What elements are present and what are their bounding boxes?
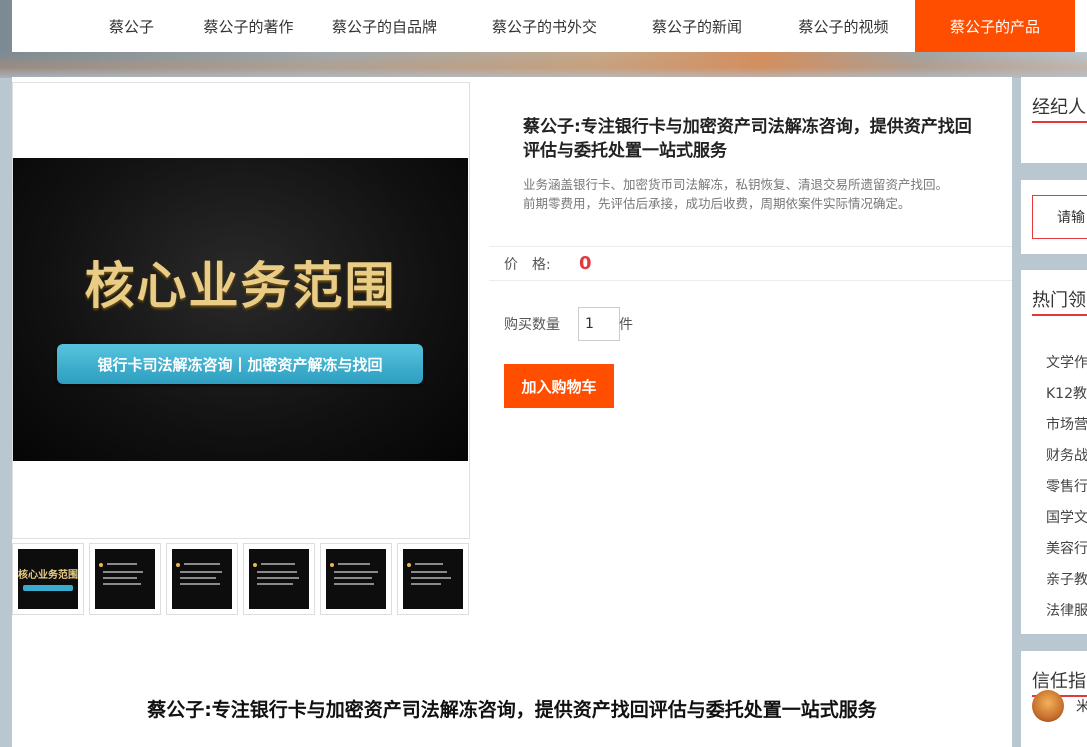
quantity-label: 购买数量 — [504, 317, 560, 333]
add-to-cart-button[interactable]: 加入购物车 — [504, 364, 614, 408]
hot-category-item[interactable]: 法律服 — [1046, 594, 1087, 625]
sidebar-hot-panel: 热门领 文学作 K12教 市场营 财务战 零售行 国学文 美容行 亲子教 法律服 — [1021, 270, 1087, 634]
sidebar-trust-heading: 信任指 — [1032, 671, 1086, 692]
product-title: 蔡公子:专注银行卡与加密资产司法解冻咨询，提供资产找回评估与委托处置一站式服务 — [523, 117, 972, 161]
sidebar-agent-heading: 经纪人 — [1032, 97, 1086, 118]
trust-user-name[interactable]: 米 — [1076, 696, 1087, 716]
heading-underline — [1032, 314, 1087, 316]
hot-category-item[interactable]: 国学文 — [1046, 501, 1087, 532]
main-nav: 蔡公子 蔡公子的著作 蔡公子的自品牌 蔡公子的书外交 蔡公子的新闻 蔡公子的视频… — [12, 0, 1087, 52]
thumbnail[interactable] — [320, 543, 392, 615]
thumbnail[interactable]: 核心业务范围 — [12, 543, 84, 615]
nav-item-videos[interactable]: 蔡公子的视频 — [772, 0, 915, 52]
banner-subtitle: 银行卡司法解冻咨询丨加密资产解冻与找回 — [57, 344, 423, 384]
nav-item-home[interactable]: 蔡公子 — [68, 0, 195, 52]
product-main-image: 核心业务范围 银行卡司法解冻咨询丨加密资产解冻与找回 — [13, 158, 468, 461]
hot-category-item[interactable]: 零售行 — [1046, 470, 1087, 501]
nav-item-products[interactable]: 蔡公子的产品 — [915, 0, 1075, 52]
product-description: 业务涵盖银行卡、加密货币司法解冻，私钥恢复、清退交易所遗留资产找回。 前期零费用… — [523, 175, 993, 213]
nav-item-works[interactable]: 蔡公子的著作 — [195, 0, 302, 52]
hot-category-item[interactable]: 财务战 — [1046, 439, 1087, 470]
thumbnail[interactable] — [89, 543, 161, 615]
sidebar-search-panel: 请输 — [1021, 180, 1087, 254]
hot-category-list: 文学作 K12教 市场营 财务战 零售行 国学文 美容行 亲子教 法律服 — [1046, 346, 1087, 625]
product-main: 核心业务范围 银行卡司法解冻咨询丨加密资产解冻与找回 核心业务范围 蔡公子:专注… — [12, 77, 1012, 747]
detail-section-title: 蔡公子:专注银行卡与加密资产司法解冻咨询，提供资产找回评估与委托处置一站式服务 — [147, 699, 877, 721]
hot-category-item[interactable]: 亲子教 — [1046, 563, 1087, 594]
price-row: 价 格: 0 — [489, 246, 1012, 281]
quantity-row: 购买数量 件 — [504, 307, 633, 341]
hot-category-item[interactable]: 文学作 — [1046, 346, 1087, 377]
avatar[interactable] — [1032, 690, 1064, 722]
thumbnail[interactable] — [397, 543, 469, 615]
price-label: 价 格: — [504, 256, 551, 273]
product-description-line: 前期零费用，先评估后承接，成功后收费，周期依案件实际情况确定。 — [523, 196, 911, 211]
price-value: 0 — [579, 253, 592, 274]
nav-item-news[interactable]: 蔡公子的新闻 — [622, 0, 772, 52]
banner-title: 核心业务范围 — [84, 257, 397, 315]
hot-category-item[interactable]: K12教 — [1046, 377, 1087, 408]
sidebar-search-input[interactable]: 请输 — [1032, 195, 1087, 239]
hot-category-item[interactable]: 美容行 — [1046, 532, 1087, 563]
hot-category-item[interactable]: 市场营 — [1046, 408, 1087, 439]
thumbnail[interactable] — [166, 543, 238, 615]
quantity-unit: 件 — [619, 317, 633, 333]
heading-underline — [1032, 121, 1087, 123]
sidebar-trust-panel: 信任指 米 — [1021, 651, 1087, 747]
product-gallery: 核心业务范围 银行卡司法解冻咨询丨加密资产解冻与找回 — [12, 82, 470, 539]
thumbnail-strip: 核心业务范围 — [12, 543, 474, 615]
quantity-input[interactable] — [578, 307, 620, 341]
product-description-line: 业务涵盖银行卡、加密货币司法解冻，私钥恢复、清退交易所遗留资产找回。 — [523, 177, 949, 192]
nav-item-brand[interactable]: 蔡公子的自品牌 — [302, 0, 467, 52]
sidebar-hot-heading: 热门领 — [1032, 290, 1086, 311]
thumbnail-title: 核心业务范围 — [18, 570, 78, 581]
thumbnail[interactable] — [243, 543, 315, 615]
nav-item-diplomacy[interactable]: 蔡公子的书外交 — [467, 0, 622, 52]
sidebar-agent-panel: 经纪人 — [1021, 77, 1087, 163]
